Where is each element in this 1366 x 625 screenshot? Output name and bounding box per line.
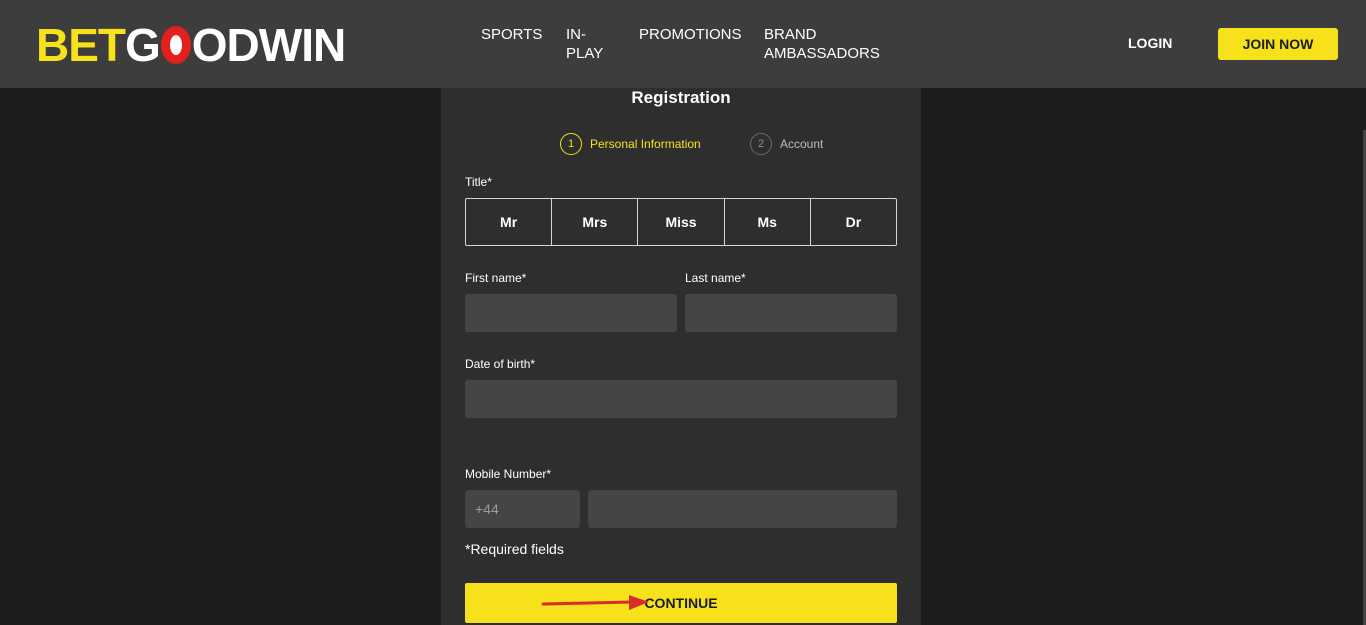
step-2-label: Account bbox=[780, 137, 824, 151]
betgoodwin-logo[interactable]: BET G ODWIN bbox=[36, 19, 346, 71]
nav-sports[interactable]: SPORTS bbox=[481, 25, 542, 44]
logo-odwin: ODWIN bbox=[191, 19, 346, 71]
mobile-number-field[interactable] bbox=[588, 490, 897, 528]
red-arrow-annotation-icon bbox=[541, 595, 649, 610]
logo-red-o-icon bbox=[160, 26, 191, 64]
continue-label: CONTINUE bbox=[644, 595, 718, 611]
date-of-birth-field[interactable] bbox=[465, 380, 897, 418]
nav-brand-ambassadors[interactable]: BRAND AMBASSADORS bbox=[764, 25, 884, 63]
last-name-field[interactable] bbox=[685, 294, 897, 332]
required-fields-note: *Required fields bbox=[465, 541, 564, 557]
title-option-dr[interactable]: Dr bbox=[811, 199, 896, 245]
nav-in-play[interactable]: IN-PLAY bbox=[566, 25, 606, 63]
registration-panel: Registration 1 Personal Information 2 Ac… bbox=[441, 88, 921, 625]
title-option-mrs[interactable]: Mrs bbox=[552, 199, 639, 245]
title-option-miss[interactable]: Miss bbox=[638, 199, 725, 245]
first-name-field[interactable] bbox=[465, 294, 677, 332]
step-2-number: 2 bbox=[750, 133, 772, 155]
registration-title: Registration bbox=[631, 88, 731, 107]
site-header: BET G ODWIN SPORTS IN-PLAY PROMOTIONS BR… bbox=[0, 0, 1366, 88]
title-label: Title* bbox=[465, 175, 492, 189]
step-1-label: Personal Information bbox=[590, 137, 701, 151]
logo-g: G bbox=[125, 19, 161, 71]
country-code-prefix[interactable]: +44 bbox=[465, 490, 580, 528]
first-name-label: First name* bbox=[465, 271, 527, 285]
logo-bet: BET bbox=[36, 19, 126, 71]
dob-label: Date of birth* bbox=[465, 357, 536, 371]
continue-button[interactable]: CONTINUE bbox=[465, 583, 897, 623]
title-option-ms[interactable]: Ms bbox=[725, 199, 811, 245]
login-link[interactable]: LOGIN bbox=[1128, 35, 1172, 51]
title-selector: Mr Mrs Miss Ms Dr bbox=[465, 198, 897, 246]
step-personal-information: 1 Personal Information bbox=[560, 133, 701, 155]
step-account: 2 Account bbox=[750, 133, 823, 155]
last-name-label: Last name* bbox=[685, 271, 746, 285]
step-1-number: 1 bbox=[560, 133, 582, 155]
registration-steps: 1 Personal Information 2 Account bbox=[441, 133, 921, 155]
mobile-label: Mobile Number* bbox=[465, 467, 552, 481]
nav-promotions[interactable]: PROMOTIONS bbox=[639, 25, 742, 44]
title-option-mr[interactable]: Mr bbox=[466, 199, 553, 245]
join-now-button[interactable]: JOIN NOW bbox=[1218, 28, 1338, 60]
